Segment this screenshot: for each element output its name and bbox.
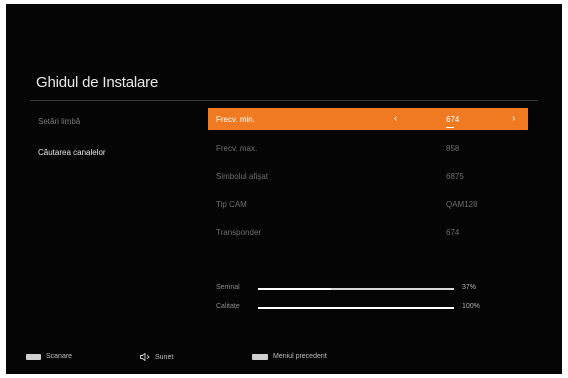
back-key-icon [252, 353, 268, 360]
signal-quality-bar [258, 307, 454, 309]
setting-value: QAM128 [446, 200, 478, 209]
page-title: Ghidul de Instalare [36, 74, 159, 91]
signal-quality-fill [258, 307, 454, 309]
tv-screen: Ghidul de Instalare Setări limbă Căutare… [6, 4, 562, 374]
setting-label: Frecv. max. [216, 144, 258, 153]
signal-quality-label: Calitate [216, 303, 240, 310]
footer-hint-label: Sunet [155, 353, 174, 361]
setting-row-cam-type[interactable]: Tip CAM QAM128 [208, 193, 528, 215]
ok-key-icon [26, 353, 41, 360]
value-cursor [446, 127, 454, 128]
signal-strength-value: 37% [462, 284, 477, 291]
setting-label: Simbolul afișat [216, 172, 269, 181]
footer-hint-back[interactable]: Meniul precedent [252, 353, 327, 360]
title-divider [30, 100, 538, 101]
signal-strength-fill [258, 288, 331, 290]
chevron-left-icon[interactable]: ‹ [394, 113, 397, 124]
footer-hint-scan[interactable]: Scanare [26, 353, 72, 360]
signal-quality-value: 100% [462, 303, 480, 310]
footer-hint-label: Scanare [46, 353, 73, 360]
setting-row-max-frequency[interactable]: Frecv. max. 858 [208, 137, 528, 159]
setting-value: 6875 [446, 172, 464, 181]
sidebar-item-label: Căutarea canalelor [38, 148, 106, 157]
setting-value: 674 [446, 115, 460, 124]
chevron-right-icon[interactable]: › [512, 113, 515, 124]
sidebar-item-channel-search[interactable]: Căutarea canalelor [38, 148, 106, 157]
speaker-icon [140, 353, 150, 361]
signal-strength-label: Semnal [216, 284, 240, 291]
sidebar-item-label: Setări limbă [38, 117, 81, 126]
setting-value: 858 [446, 144, 460, 153]
setting-row-min-frequency[interactable]: Frecv. min. ‹ 674 › [208, 108, 528, 130]
setting-value: 674 [446, 228, 460, 237]
setting-label: Tip CAM [216, 200, 247, 209]
setting-row-symbol-rate[interactable]: Simbolul afișat 6875 [208, 165, 528, 187]
setting-row-transponder[interactable]: Transponder 674 [208, 221, 528, 243]
footer-hint-sound[interactable]: Sunet [140, 353, 173, 361]
sidebar-item-language[interactable]: Setări limbă [38, 117, 80, 126]
footer-hint-label: Meniul precedent [273, 353, 327, 360]
signal-strength-bar [258, 288, 454, 290]
setting-label: Transponder [216, 228, 262, 237]
setting-label: Frecv. min. [216, 115, 255, 124]
